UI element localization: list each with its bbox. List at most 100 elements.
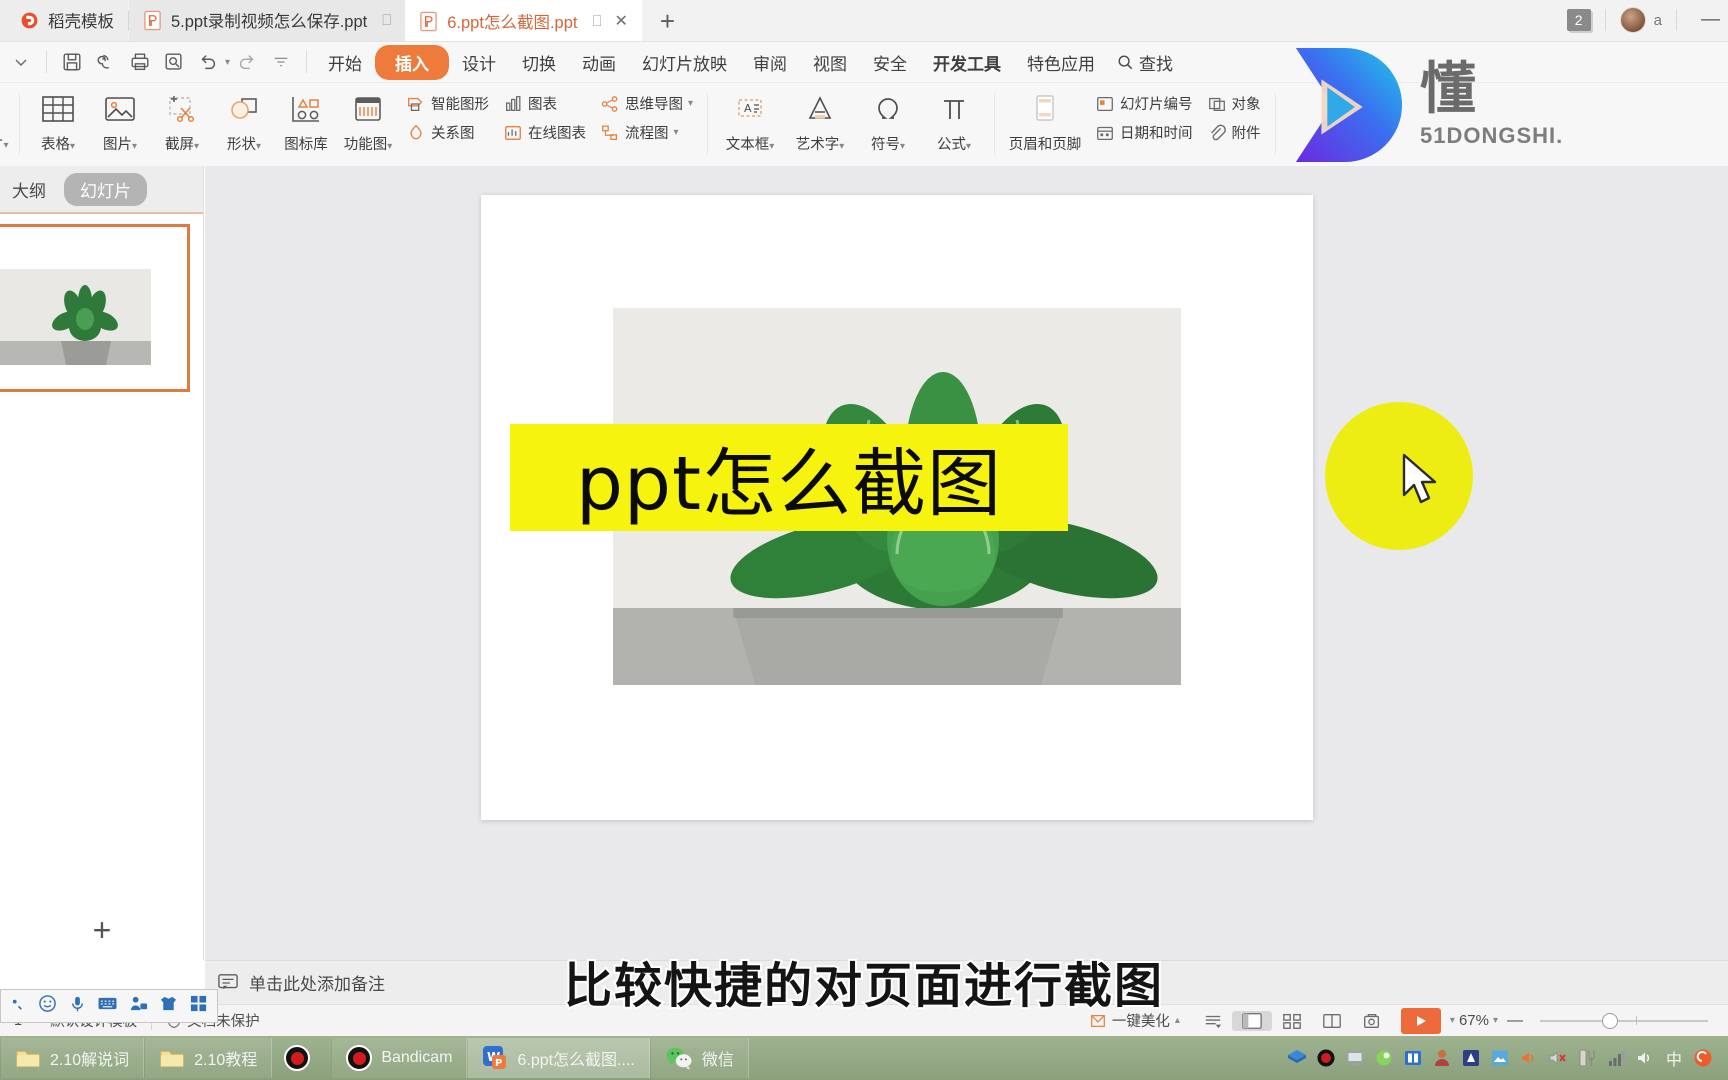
tray-tool-icon[interactable] [1576, 1047, 1598, 1069]
tray-green-icon[interactable] [1373, 1047, 1395, 1069]
undo-icon[interactable] [191, 45, 225, 79]
save-icon[interactable] [55, 45, 89, 79]
ime-voice-icon[interactable] [68, 994, 87, 1018]
chevron-down-icon[interactable]: ▾ [70, 141, 75, 152]
menu-tab-slideshow[interactable]: 幻灯片放映 [629, 46, 740, 79]
menu-tab-start[interactable]: 开始 [315, 46, 375, 79]
insert-object-button[interactable]: 对象 [1200, 90, 1268, 117]
find-button[interactable]: 查找 [1116, 50, 1173, 75]
ime-floating-toolbar[interactable] [0, 989, 218, 1023]
tab-cast-icon[interactable]: ⎕ [382, 12, 391, 29]
chevron-down-icon[interactable]: ▾ [966, 141, 971, 152]
ribbon-button-clipped[interactable]: 片▾ [0, 83, 12, 163]
chevron-up-icon[interactable]: ▴ [1175, 1015, 1180, 1026]
menu-tab-transition[interactable]: 切换 [509, 46, 569, 79]
insert-function-chart-button[interactable]: 功能图▾ [337, 83, 399, 163]
tray-sogou-icon[interactable] [1692, 1047, 1714, 1069]
insert-slide-number-button[interactable]: 幻灯片编号 [1088, 90, 1200, 117]
insert-smartart-button[interactable]: 智能图形 [399, 90, 496, 117]
tray-speaker-icon[interactable] [1634, 1047, 1656, 1069]
chevron-down-icon[interactable]: ▾ [387, 141, 392, 152]
menu-tab-animation[interactable]: 动画 [569, 46, 629, 79]
slide-thumbnail-1[interactable] [0, 224, 190, 392]
ime-keyboard-icon[interactable] [97, 995, 118, 1017]
ime-logo-icon[interactable] [10, 995, 27, 1017]
pane-tab-outline[interactable]: 大纲 [6, 174, 52, 205]
pane-tab-slides[interactable]: 幻灯片 [64, 172, 147, 206]
zoom-slider[interactable] [1540, 1012, 1708, 1029]
tray-ime-icon[interactable]: 中 [1663, 1047, 1685, 1069]
tab-ppt-6[interactable]: 6.ppt怎么截图.ppt ⎕ ✕ [405, 0, 642, 41]
insert-table-button[interactable]: 表格▾ [27, 83, 89, 163]
chevron-down-icon[interactable]: ▾ [674, 127, 679, 138]
tray-person-icon[interactable] [1431, 1047, 1453, 1069]
insert-relation-chart-button[interactable]: 关系图 [399, 119, 496, 146]
tray-signal-icon[interactable] [1605, 1047, 1627, 1069]
slide-editing-area[interactable]: ppt怎么截图 [481, 195, 1313, 820]
taskbar-item-bandicam[interactable]: Bandicam [331, 1038, 468, 1078]
menu-tab-review[interactable]: 审阅 [740, 46, 800, 79]
new-tab-button[interactable]: + [642, 8, 693, 34]
insert-picture-button[interactable]: 图片▾ [89, 83, 151, 163]
tab-ppt-5[interactable]: 5.ppt录制视频怎么保存.ppt ⎕ [129, 0, 406, 41]
insert-screenshot-button[interactable]: 截屏▾ [151, 83, 213, 163]
tray-cloud-icon[interactable] [1489, 1047, 1511, 1069]
redo-icon[interactable] [230, 45, 264, 79]
ime-skin-icon[interactable] [159, 994, 178, 1018]
slide-title-highlight[interactable]: ppt怎么截图 [510, 424, 1068, 531]
tray-book-icon[interactable] [1402, 1047, 1424, 1069]
play-dropdown-icon[interactable]: ▾ [1450, 1015, 1455, 1026]
insert-formula-button[interactable]: 公式▾ [921, 83, 987, 163]
taskbar-item-wechat[interactable]: 微信 [649, 1038, 749, 1078]
chevron-down-icon[interactable]: ▾ [132, 141, 137, 152]
insert-textbox-button[interactable]: A 文本框▾ [715, 83, 785, 163]
tray-bandicam-icon[interactable] [1315, 1047, 1337, 1069]
insert-attachment-button[interactable]: 附件 [1200, 119, 1268, 146]
menu-tab-insert[interactable]: 插入 [375, 44, 450, 80]
print-preview-icon[interactable] [157, 45, 191, 79]
taskbar-item-folder-1[interactable]: 2.10解说词 [0, 1038, 145, 1078]
tray-app-icon[interactable] [1460, 1047, 1482, 1069]
insert-icon-library-button[interactable]: 图标库 [275, 83, 337, 163]
tray-muted-icon[interactable] [1547, 1047, 1569, 1069]
insert-symbol-button[interactable]: 符号▾ [855, 83, 921, 163]
tray-blue-layers-icon[interactable] [1286, 1047, 1308, 1069]
tray-screen-icon[interactable] [1344, 1047, 1366, 1069]
chevron-down-icon[interactable]: ▾ [256, 141, 261, 152]
header-footer-button[interactable]: 页眉和页脚 [1002, 83, 1088, 163]
menu-tab-view[interactable]: 视图 [800, 46, 860, 79]
taskbar-item-recorder-1[interactable] [272, 1038, 331, 1078]
insert-mindmap-button[interactable]: 思维导图 ▾ [593, 90, 700, 117]
tray-volume-icon[interactable] [1518, 1047, 1540, 1069]
insert-chart-button[interactable]: 图表 [496, 90, 593, 117]
avatar[interactable] [1619, 7, 1646, 33]
ime-apps-icon[interactable] [189, 994, 208, 1018]
notification-badge[interactable]: 2 [1566, 9, 1591, 31]
menu-tab-security[interactable]: 安全 [860, 46, 920, 79]
ime-user-icon[interactable] [129, 994, 148, 1018]
chevron-down-icon[interactable]: ▾ [688, 98, 693, 109]
menu-tab-featured-apps[interactable]: 特色应用 [1014, 46, 1108, 79]
insert-online-chart-button[interactable]: 在线图表 [496, 119, 593, 146]
customize-icon[interactable] [264, 45, 298, 79]
taskbar-item-wps-ppt[interactable]: W P 6.ppt怎么截图.... [467, 1038, 650, 1078]
chevron-down-icon[interactable]: ▾ [769, 141, 774, 152]
chevron-down-icon[interactable]: ▾ [900, 141, 905, 152]
print-icon[interactable] [123, 45, 157, 79]
insert-flowchart-button[interactable]: 流程图 ▾ [593, 119, 700, 146]
minimize-button[interactable]: — [1701, 9, 1720, 31]
cloud-sync-icon[interactable] [89, 45, 123, 79]
tab-cast-icon[interactable]: ⎕ [592, 13, 601, 30]
add-slide-button[interactable]: + [0, 914, 204, 946]
chevron-down-icon[interactable]: ▾ [194, 141, 199, 152]
tab-close-icon[interactable]: ✕ [615, 11, 628, 31]
menu-tab-design[interactable]: 设计 [449, 46, 509, 79]
taskbar-item-folder-2[interactable]: 2.10教程 [144, 1038, 273, 1078]
ribbon-collapse-icon[interactable] [4, 45, 38, 79]
tab-docer-template[interactable]: 稻壳模板 [0, 0, 128, 41]
insert-date-time-button[interactable]: 日期和时间 [1088, 119, 1200, 146]
insert-shapes-button[interactable]: 形状▾ [213, 83, 275, 163]
chevron-down-icon[interactable]: ▾ [839, 141, 844, 152]
insert-wordart-button[interactable]: 艺术字▾ [785, 83, 855, 163]
ime-emoji-icon[interactable] [38, 994, 57, 1018]
